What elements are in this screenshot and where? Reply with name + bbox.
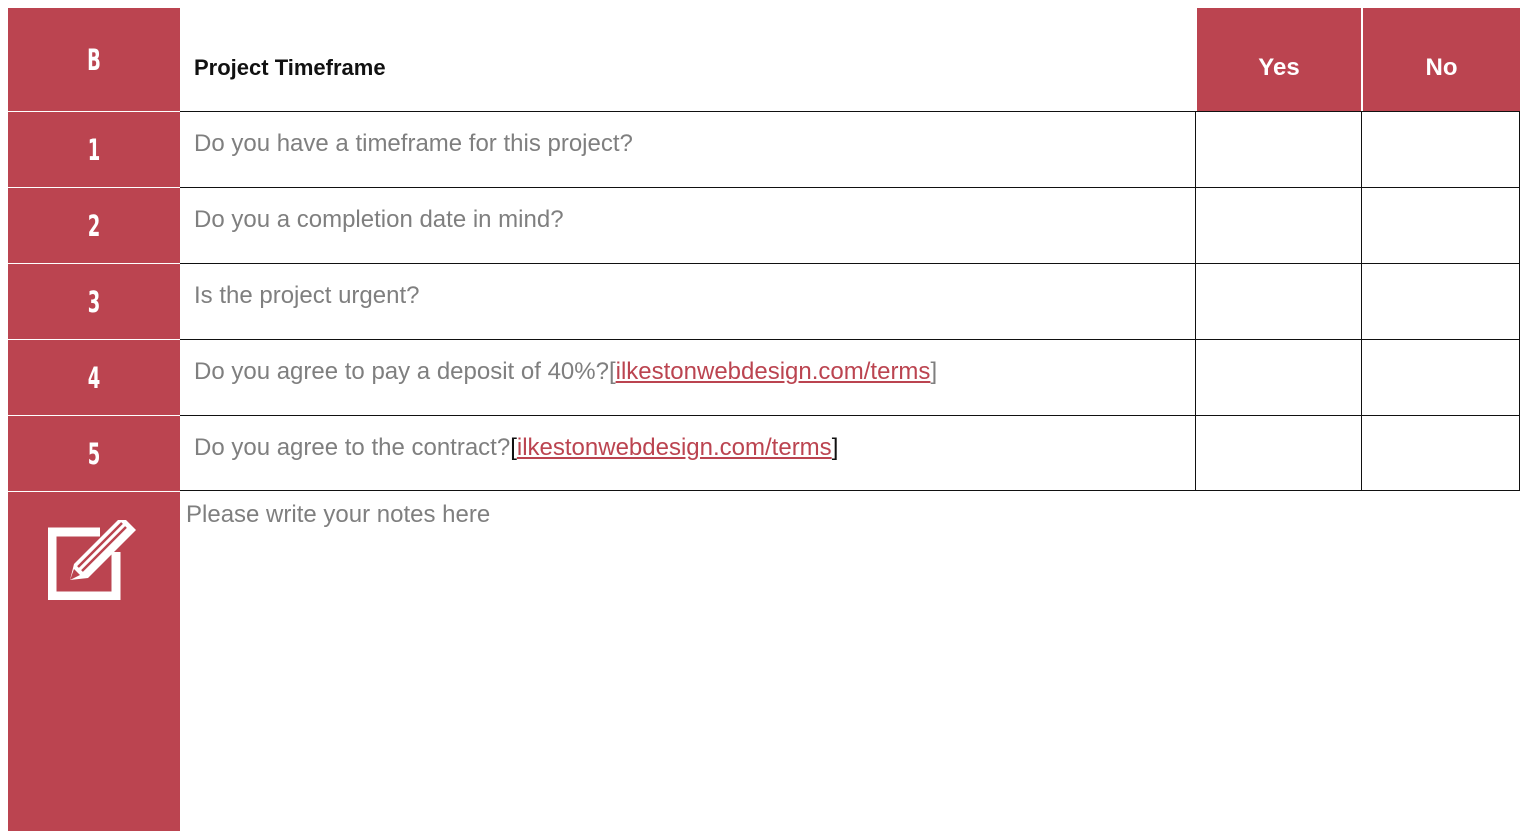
grid-line bbox=[1519, 112, 1520, 491]
answer-yes-3[interactable] bbox=[1197, 264, 1361, 338]
answer-no-5[interactable] bbox=[1363, 416, 1520, 490]
grid-line bbox=[180, 111, 1520, 112]
grid-line bbox=[1195, 112, 1196, 491]
section-header: Project Timeframe bbox=[180, 8, 1195, 111]
question-text-2: Do you a completion date in mind? bbox=[194, 206, 564, 233]
terms-link[interactable]: ilkestonwebdesign.com/terms bbox=[517, 434, 832, 462]
terms-link[interactable]: ilkestonwebdesign.com/terms bbox=[616, 358, 931, 386]
column-header-yes: Yes bbox=[1197, 8, 1361, 111]
question-text-3: Is the project urgent? bbox=[194, 282, 420, 309]
grid-line bbox=[1361, 112, 1362, 491]
column-no-label: No bbox=[1425, 53, 1458, 81]
answer-no-1[interactable] bbox=[1363, 112, 1520, 186]
grid-line bbox=[180, 339, 1520, 340]
notes-field[interactable]: Please write your notes here bbox=[186, 501, 490, 529]
grid-line bbox=[180, 263, 1520, 264]
answer-no-4[interactable] bbox=[1363, 340, 1520, 414]
grid-line bbox=[180, 187, 1520, 188]
column-yes-label: Yes bbox=[1258, 53, 1300, 81]
answer-yes-4[interactable] bbox=[1197, 340, 1361, 414]
section-letter: B bbox=[87, 42, 101, 77]
section-title: Project Timeframe bbox=[194, 54, 386, 80]
grid-line bbox=[180, 415, 1520, 416]
question-text-5: Do you agree to the contract? [ilkestonw… bbox=[194, 434, 839, 462]
project-timeframe-table: B 1 2 3 4 5 Project Timeframe Yes No Do … bbox=[8, 8, 1520, 831]
question-text-4: Do you agree to pay a deposit of 40%? [i… bbox=[194, 358, 938, 386]
question-number-2: 2 bbox=[87, 208, 101, 243]
question-number-5: 5 bbox=[87, 436, 101, 471]
question-number-1: 1 bbox=[87, 132, 101, 167]
column-header-no: No bbox=[1363, 8, 1520, 111]
question-text-1: Do you have a timeframe for this project… bbox=[194, 130, 633, 157]
answer-no-2[interactable] bbox=[1363, 188, 1520, 262]
grid-line bbox=[180, 490, 1520, 491]
answer-yes-1[interactable] bbox=[1197, 112, 1361, 186]
question-number-3: 3 bbox=[87, 284, 101, 319]
edit-note-icon bbox=[48, 520, 136, 600]
question-number-4: 4 bbox=[87, 360, 101, 395]
section-sidebar: B 1 2 3 4 5 bbox=[8, 8, 180, 831]
answer-no-3[interactable] bbox=[1363, 264, 1520, 338]
answer-yes-5[interactable] bbox=[1197, 416, 1361, 490]
answer-yes-2[interactable] bbox=[1197, 188, 1361, 262]
